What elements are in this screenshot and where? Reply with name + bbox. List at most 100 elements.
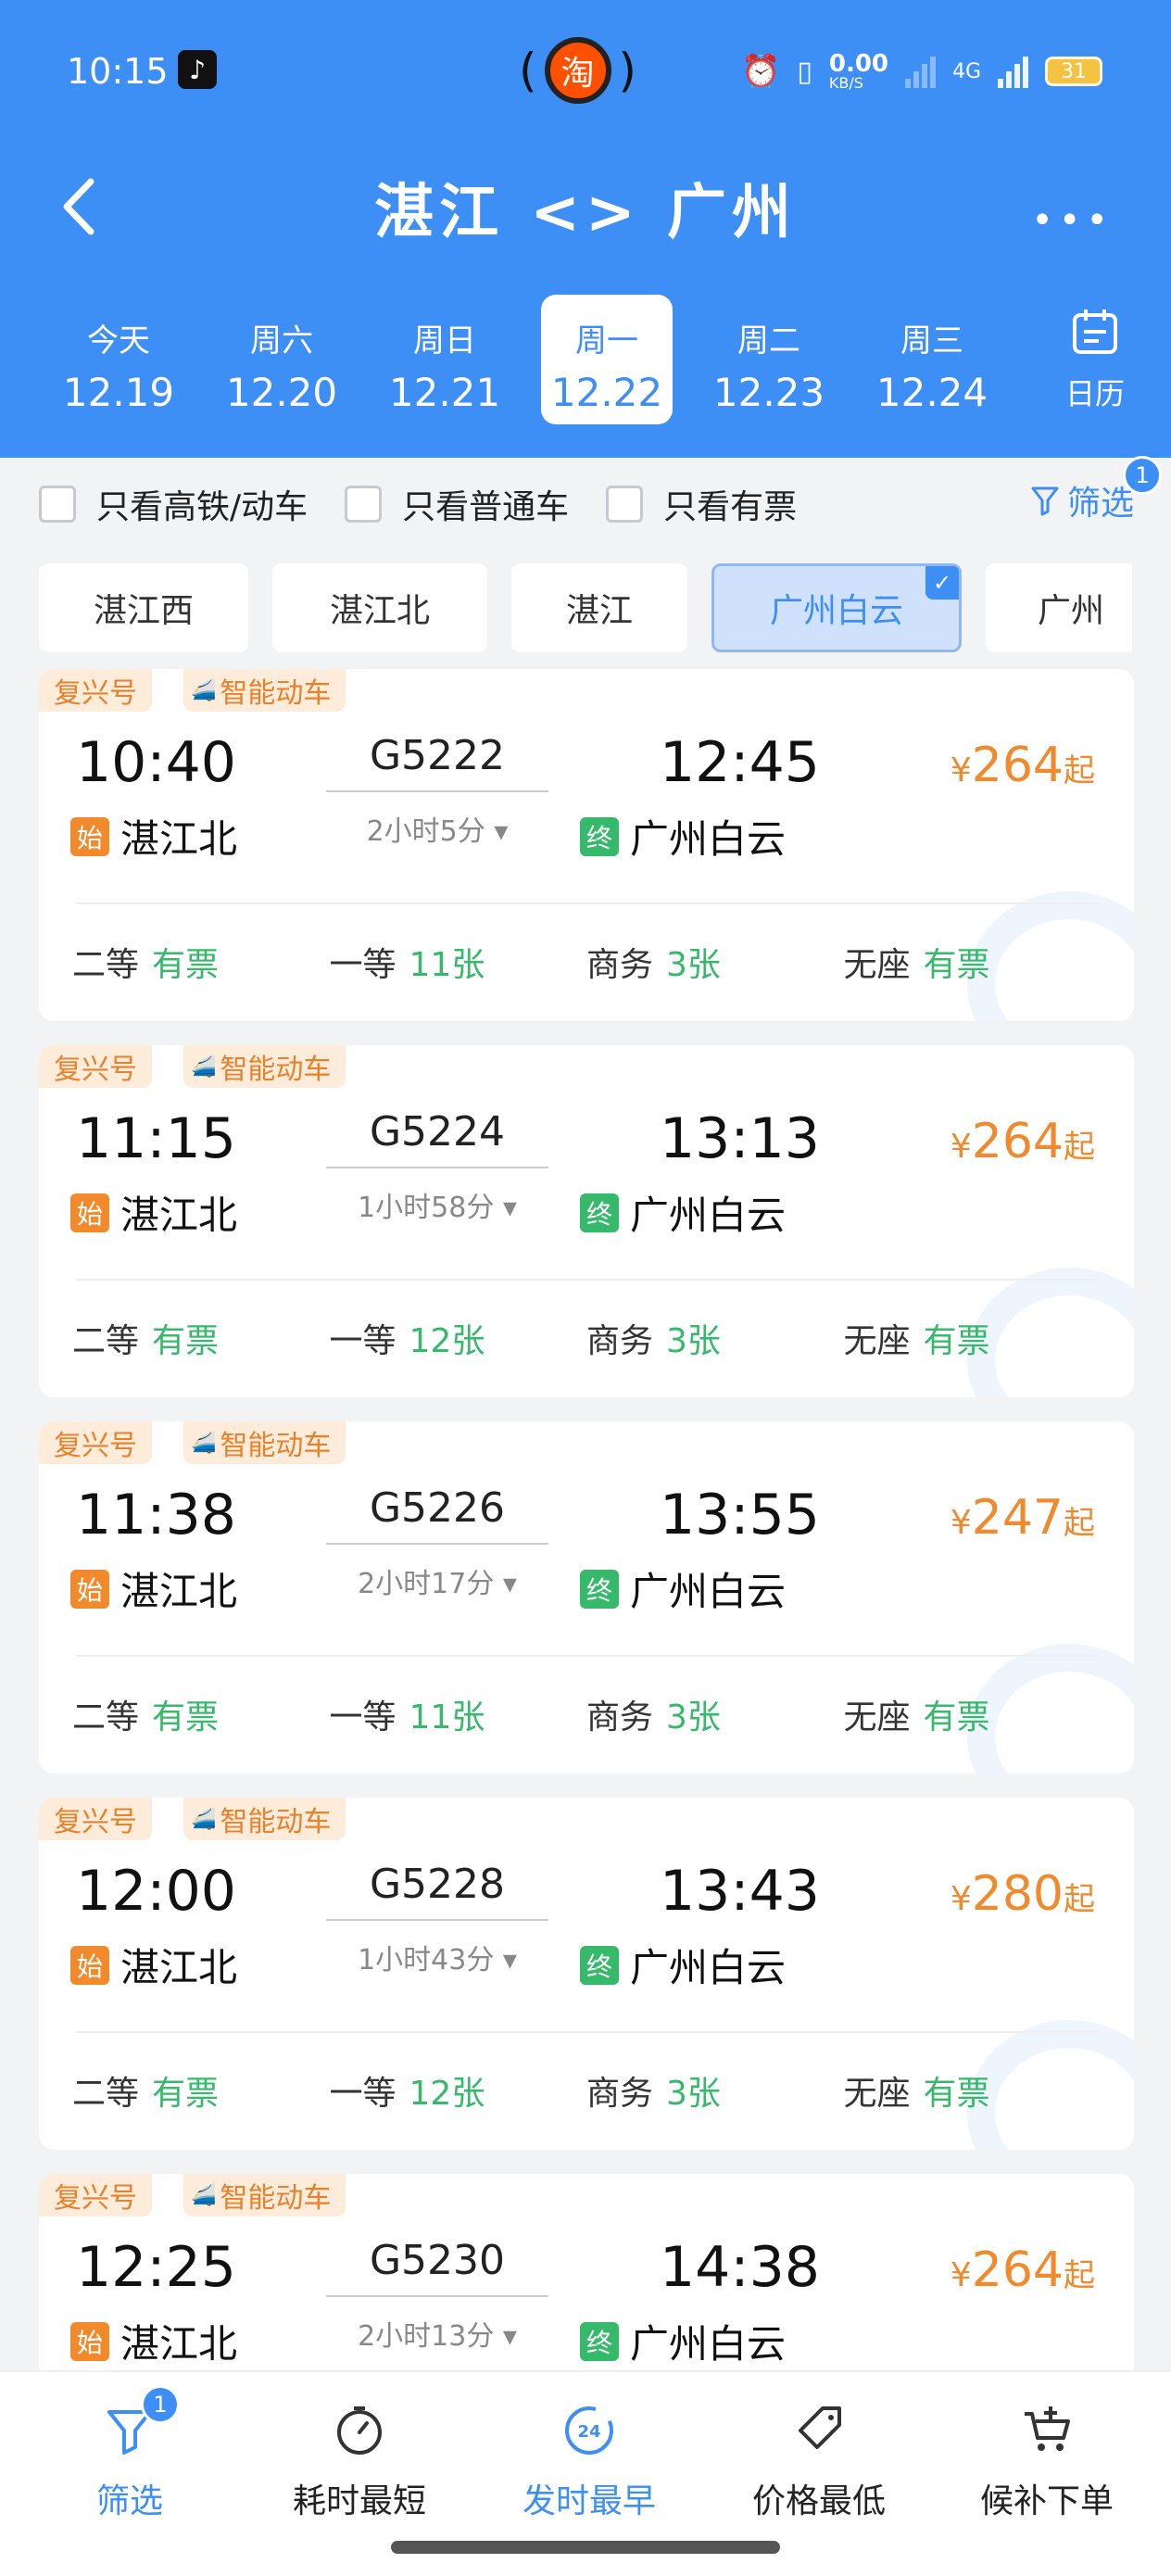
filter-button[interactable]: 筛选 1: [1030, 456, 1162, 524]
nav-cart-add[interactable]: 候补下单: [945, 2394, 1149, 2522]
checkbox-gaotie[interactable]: 只看高铁/动车: [39, 480, 308, 528]
station-chip[interactable]: 湛江: [511, 563, 687, 652]
seat-class-name: 二等: [72, 946, 140, 984]
price: ¥264起: [951, 2242, 1095, 2298]
duration[interactable]: 2小时17分 ▾: [326, 1560, 548, 1601]
duration[interactable]: 1小时58分 ▾: [326, 1184, 548, 1225]
nav-filter[interactable]: 1 筛选: [28, 2385, 232, 2522]
seat-class-name: 二等: [72, 2075, 140, 2113]
nav-timer[interactable]: 耗时最短: [258, 2394, 461, 2522]
svg-text:24: 24: [577, 2422, 600, 2442]
train-card[interactable]: 复兴号 🚄 智能动车 11:38 G5226 2小时17分 ▾ 13:55 ¥247起始湛江北…: [39, 1421, 1134, 1774]
train-number: G5222: [326, 732, 548, 792]
price-suffix: 起: [1064, 752, 1095, 789]
origin-station: 始湛江北: [70, 808, 237, 865]
checkbox-youpiao[interactable]: 只看有票: [606, 480, 797, 528]
seat-count: 3张: [666, 1698, 721, 1736]
tag-smart: 🚄 智能动车: [183, 1798, 346, 1840]
tag-smart-label: 智能动车: [220, 2182, 332, 2215]
date-selector: 今天 12.19 周六 12.20 周日 12.21 周一 12.22 周二 12.23 周三 12.…: [37, 295, 1130, 430]
train-card[interactable]: 复兴号 🚄 智能动车 11:15 G5224 1小时58分 ▾ 13:13 ¥264起始湛江北…: [39, 1045, 1134, 1397]
price-tag-icon: [717, 2394, 921, 2467]
seat-class: 一等 11张: [330, 938, 587, 986]
seat-class: 无座 有票: [844, 938, 1102, 986]
station-chip[interactable]: 湛江西: [39, 563, 248, 652]
tag-fuxing: 复兴号: [39, 1421, 152, 1464]
duration[interactable]: 1小时43分 ▾: [326, 1937, 548, 1977]
checkbox-putong[interactable]: 只看普通车: [345, 480, 569, 528]
destination-station: 终广州白云: [580, 1184, 786, 1241]
start-badge: 始: [70, 2321, 109, 2361]
tag-fuxing: 复兴号: [39, 1045, 152, 1088]
origin-station: 始湛江北: [70, 1184, 237, 1241]
date-tab[interactable]: 周日 12.21: [363, 295, 526, 424]
price-suffix: 起: [1064, 1881, 1095, 1918]
seat-class: 二等 有票: [72, 938, 330, 986]
filter-icon: [1031, 486, 1059, 516]
seat-class: 无座 有票: [844, 1690, 1102, 1738]
more-icon[interactable]: •••: [1031, 199, 1114, 242]
nav-label: 发时最早: [522, 2482, 656, 2520]
net-speed: 0.00 KB/S: [828, 50, 889, 92]
end-badge: 终: [580, 2321, 619, 2361]
nav-price-tag[interactable]: 价格最低: [717, 2394, 921, 2522]
checkbox-box[interactable]: [606, 486, 644, 523]
seat-count: 3张: [666, 1322, 721, 1360]
tiktok-icon: ♪: [178, 50, 217, 89]
tag-fuxing: 复兴号: [39, 1798, 152, 1840]
network-type: 4G: [952, 59, 982, 83]
duration[interactable]: 2小时5分 ▾: [326, 808, 548, 849]
end-badge: 终: [580, 1945, 619, 1985]
duration-text: 2小时13分: [358, 2320, 495, 2353]
date-value: 12.21: [388, 370, 501, 415]
station-chip[interactable]: 广州: [986, 563, 1132, 652]
origin-name: 湛江北: [120, 816, 238, 862]
station-chip[interactable]: 湛江北: [272, 563, 487, 652]
train-card[interactable]: 复兴号 🚄 智能动车 10:40 G5222 2小时5分 ▾ 12:45 ¥264起始湛江北 终…: [39, 669, 1134, 1021]
date-weekday: 周一: [575, 322, 638, 360]
duration[interactable]: 2小时13分 ▾: [326, 2313, 548, 2354]
train-icon: 🚄: [191, 1054, 217, 1079]
destination-name: 广州白云: [630, 816, 787, 862]
dropdown-icon: ▾: [494, 1192, 517, 1224]
seat-class: 一等 11张: [330, 1690, 587, 1738]
date-tab[interactable]: 周三 12.24: [850, 295, 1014, 424]
date-tab[interactable]: 周六 12.20: [200, 295, 363, 424]
nav-badge: 1: [141, 2385, 180, 2424]
train-icon: 🚄: [191, 678, 217, 702]
date-weekday: 今天: [87, 322, 150, 360]
origin-station: 始湛江北: [70, 2313, 237, 2369]
nav-clock-24[interactable]: 24 发时最早: [487, 2394, 691, 2522]
seat-class-name: 无座: [843, 946, 911, 984]
dropdown-icon: ▾: [485, 815, 509, 848]
arrival-time: 13:55: [660, 1483, 820, 1547]
seat-count: 12张: [409, 2075, 485, 2113]
date-tab[interactable]: 周一 12.22: [541, 295, 673, 424]
date-weekday: 周日: [413, 322, 476, 360]
date-value: 12.23: [712, 370, 825, 415]
checkbox-box[interactable]: [345, 486, 383, 523]
date-value: 12.24: [875, 370, 988, 415]
price-value: 264: [971, 738, 1064, 793]
station-chip[interactable]: 广州白云 ✓: [711, 563, 962, 652]
destination-name: 广州白云: [630, 1569, 787, 1614]
tag-smart: 🚄 智能动车: [183, 669, 346, 712]
seat-class-name: 二等: [72, 1322, 140, 1360]
arrival-time: 14:38: [660, 2235, 820, 2300]
checkbox-box[interactable]: [39, 486, 76, 523]
date-tab[interactable]: 周二 12.23: [687, 295, 850, 424]
signal-2-icon: [998, 55, 1029, 88]
tag-smart: 🚄 智能动车: [183, 1421, 346, 1464]
calendar-button[interactable]: 日历: [1058, 306, 1132, 413]
station-label: 湛江北: [329, 592, 430, 630]
seat-availability: 二等 有票 一等 12张 商务 3张 无座 有票: [72, 2066, 1101, 2115]
seat-class-name: 无座: [843, 1322, 911, 1360]
duration-text: 2小时5分: [366, 815, 485, 848]
train-card[interactable]: 复兴号 🚄 智能动车 12:00 G5228 1小时43分 ▾ 13:43 ¥280起始湛江北…: [39, 1798, 1134, 2150]
seat-class: 二等 有票: [72, 1314, 330, 1362]
status-time: 10:15: [67, 51, 169, 92]
date-value: 12.19: [62, 370, 175, 415]
date-tab[interactable]: 今天 12.19: [37, 295, 200, 424]
status-icons: ⏰ ▯ 0.00 KB/S 4G 31: [741, 48, 1103, 95]
departure-time: 10:40: [76, 730, 236, 795]
